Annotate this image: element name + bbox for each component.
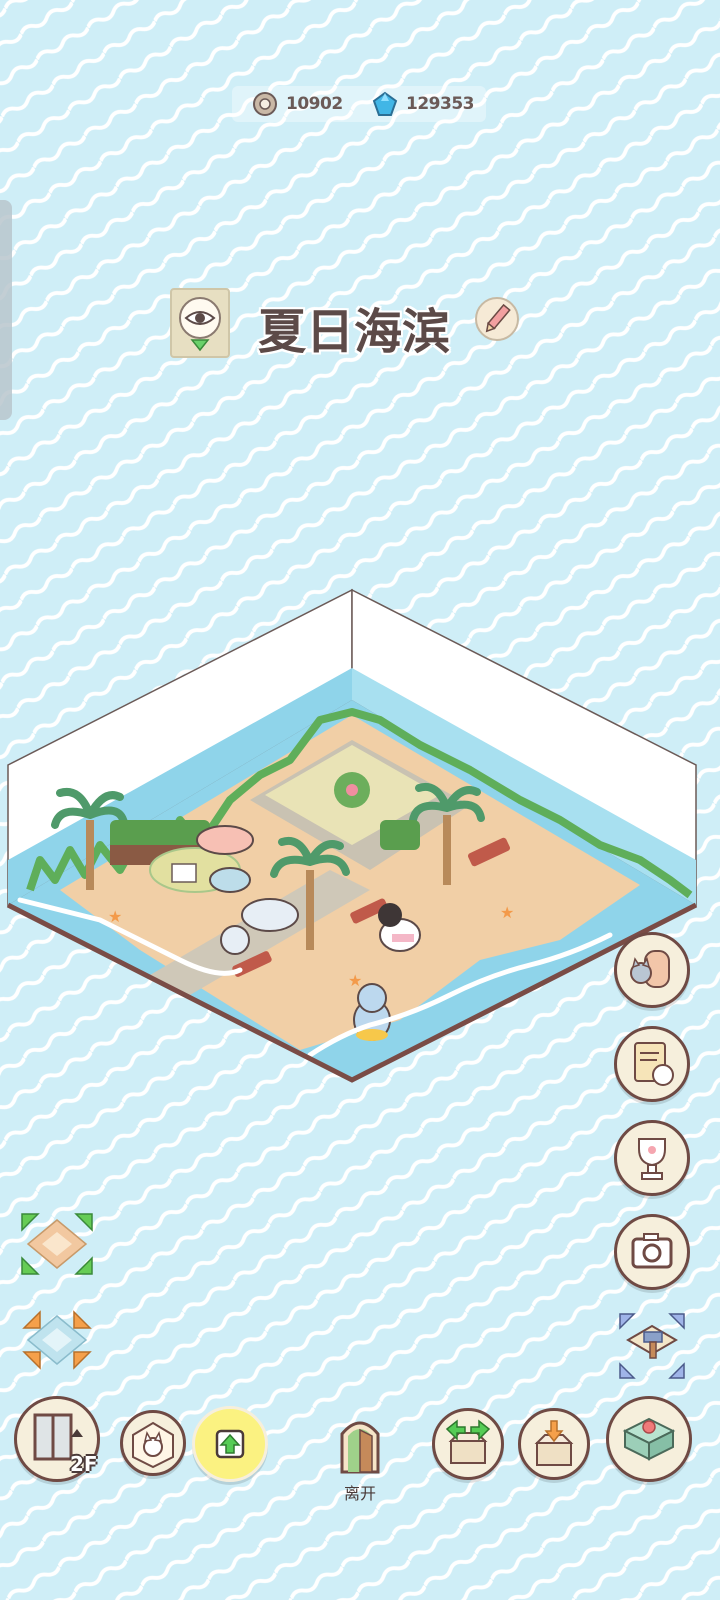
floor-indicator: 2F	[70, 1452, 98, 1476]
currency-bar: 10902 129353	[232, 86, 486, 122]
camera-icon	[631, 1233, 673, 1269]
starfish: ★	[500, 903, 514, 922]
furniture-catalog-button[interactable]	[606, 1396, 692, 1482]
small-table	[171, 863, 197, 883]
expand-arrows-icon	[21, 1213, 93, 1275]
cat-door-icon	[630, 950, 670, 988]
trophy-paw-icon	[638, 1138, 666, 1180]
visibility-toggle-button[interactable]	[170, 288, 230, 358]
cat-notes-button[interactable]	[614, 1026, 690, 1102]
pencil-icon	[475, 297, 519, 341]
starfish: ★	[348, 971, 362, 990]
unpack-furniture-button[interactable]	[518, 1408, 590, 1480]
door-icon	[340, 1421, 380, 1474]
eye-icon	[179, 297, 221, 352]
hedge-right	[380, 820, 420, 850]
box-in-icon	[534, 1420, 574, 1466]
side-pull-tab[interactable]	[0, 200, 12, 420]
leave-label: 离开	[343, 1484, 376, 1503]
cat-swimmer[interactable]	[353, 983, 391, 1041]
isometric-room[interactable]: ★ ★ ★	[0, 560, 720, 1100]
table-icon	[622, 1417, 676, 1461]
store-furniture-button[interactable]	[432, 1408, 504, 1480]
room-title: 夏日海滨	[258, 304, 451, 360]
blue-gem-icon	[372, 91, 398, 116]
rename-button[interactable]	[474, 296, 520, 342]
gem-counter: 129353	[372, 86, 474, 122]
cat-box-button[interactable]	[120, 1410, 186, 1476]
upload-arrow-icon	[215, 1429, 245, 1459]
gem-value: 129353	[406, 94, 474, 114]
build-mode-button[interactable]	[614, 1308, 690, 1384]
coin-value: 10902	[286, 94, 343, 114]
note-cat-icon	[634, 1042, 674, 1086]
expand-room-button[interactable]	[20, 1212, 94, 1276]
cat-coin-icon	[253, 92, 277, 116]
shrink-room-button[interactable]	[20, 1308, 94, 1372]
leave-button[interactable]	[322, 1412, 398, 1478]
shrink-arrows-icon	[22, 1310, 92, 1370]
camera-button[interactable]	[614, 1214, 690, 1290]
hammer-icon	[619, 1313, 685, 1379]
box-out-icon	[445, 1419, 491, 1464]
cat-room-button[interactable]	[614, 932, 690, 1008]
trophy-button[interactable]	[614, 1120, 690, 1196]
cat-box-icon	[132, 1421, 174, 1469]
coin-counter: 10902	[252, 86, 343, 122]
upload-button[interactable]	[192, 1406, 268, 1482]
